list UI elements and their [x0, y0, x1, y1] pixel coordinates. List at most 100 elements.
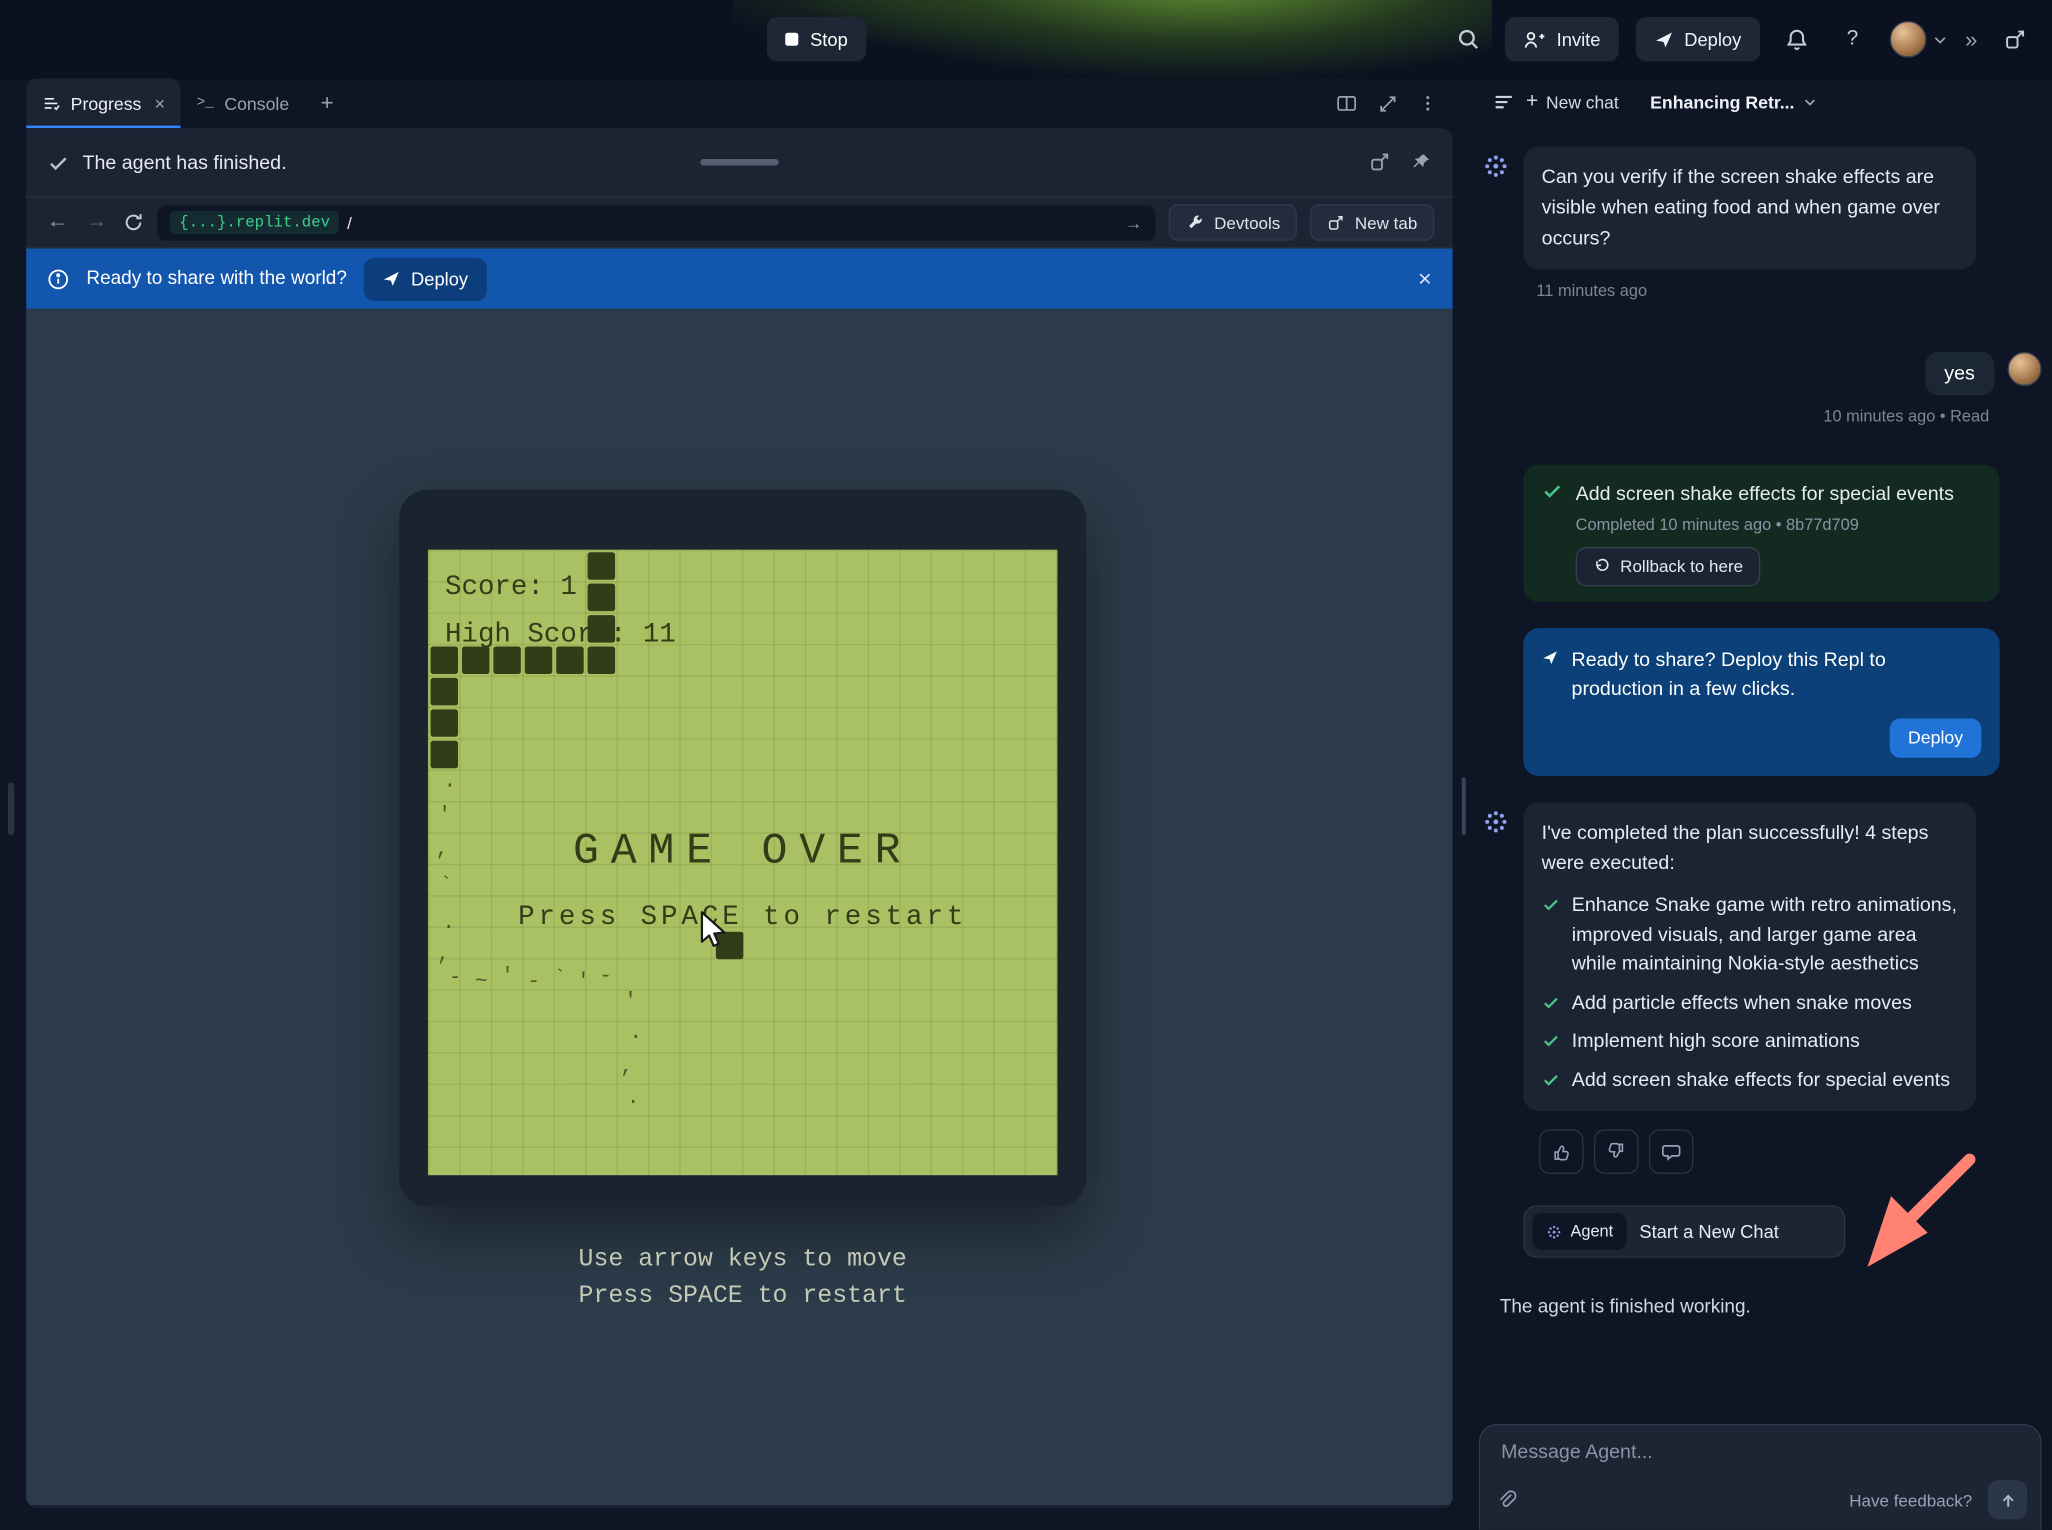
- chat-title-dropdown[interactable]: Enhancing Retr...: [1650, 92, 1818, 112]
- account-menu[interactable]: [1889, 21, 1948, 58]
- check-icon: [1542, 1032, 1560, 1050]
- agent-bar-actions: [1369, 152, 1432, 173]
- close-tab-icon[interactable]: ×: [154, 93, 165, 114]
- attachment-paperclip-icon[interactable]: [1496, 1489, 1517, 1510]
- agent-logo-icon: [1481, 152, 1510, 181]
- open-in-new-icon[interactable]: [1369, 152, 1390, 173]
- snake-block: [431, 678, 458, 705]
- send-arrow-icon: [1998, 1490, 2018, 1510]
- stop-icon: [785, 33, 798, 46]
- pin-icon[interactable]: [1411, 152, 1432, 173]
- chat-history-icon[interactable]: [1492, 90, 1516, 114]
- snake-block: [431, 709, 458, 736]
- refresh-icon[interactable]: [123, 212, 144, 233]
- message-timestamp: 11 minutes ago: [1536, 281, 2052, 299]
- split-view-icon[interactable]: [1336, 93, 1357, 114]
- deploy-icon: [382, 270, 400, 288]
- editor-pane: Progress × >_ Console + The agent has fi…: [26, 79, 1452, 1508]
- agent-chat-panel: + New chat Enhancing Retr... Can you ver…: [1476, 79, 2052, 1530]
- thumbs-down-icon: [1606, 1142, 1627, 1163]
- popout-icon: [1327, 214, 1344, 231]
- kebab-menu-icon[interactable]: [1419, 93, 1437, 114]
- message-input[interactable]: [1501, 1441, 2019, 1463]
- url-domain: {...}.replit.dev: [170, 211, 339, 235]
- browser-toolbar: ← → {...}.replit.dev / → Devtools New ta…: [26, 198, 1452, 249]
- send-button[interactable]: [1988, 1480, 2027, 1519]
- go-arrow-icon[interactable]: →: [1125, 213, 1142, 233]
- new-tab-button[interactable]: New tab: [1310, 204, 1434, 241]
- collapse-panel-icon[interactable]: »: [1965, 28, 1977, 50]
- back-icon[interactable]: ←: [44, 211, 70, 235]
- message-reactions: [1539, 1130, 2052, 1174]
- plan-step: Enhance Snake game with retro animations…: [1542, 892, 1958, 980]
- check-icon: [1542, 1070, 1560, 1088]
- feedback-link[interactable]: Have feedback?: [1849, 1490, 1972, 1510]
- topbar-actions: Invite Deploy ? »: [1449, 0, 2033, 79]
- user-avatar: [2008, 352, 2042, 386]
- deploy-banner: Ready to share with the world? Deploy ×: [26, 249, 1452, 309]
- address-bar[interactable]: {...}.replit.dev / →: [157, 205, 1155, 240]
- window-popout-icon[interactable]: [1994, 20, 2033, 59]
- invite-button[interactable]: Invite: [1506, 17, 1619, 61]
- agent-message: Can you verify if the screen shake effec…: [1481, 147, 1999, 270]
- devtools-label: Devtools: [1214, 213, 1280, 233]
- message-composer: Have feedback?: [1479, 1424, 2042, 1530]
- agent-question-text: Can you verify if the screen shake effec…: [1523, 147, 1976, 270]
- help-label: ?: [1847, 27, 1859, 51]
- check-icon: [1542, 895, 1560, 913]
- banner-deploy-label: Deploy: [411, 268, 468, 289]
- snake-block: [588, 584, 615, 611]
- wrench-icon: [1185, 213, 1203, 231]
- agent-status-bar: The agent has finished.: [26, 128, 1452, 197]
- tab-progress[interactable]: Progress ×: [26, 79, 181, 129]
- checkpoint-meta: Completed 10 minutes ago • 8b77d709: [1576, 515, 1982, 533]
- user-message-meta: 10 minutes ago • Read: [1476, 407, 1989, 425]
- help-button[interactable]: ?: [1833, 20, 1872, 59]
- forward-icon[interactable]: →: [84, 211, 110, 235]
- deploy-icon: [1654, 29, 1674, 49]
- pane-resize-handle[interactable]: [1462, 777, 1466, 835]
- plan-step: Implement high score animations: [1542, 1028, 1958, 1057]
- notifications-bell-icon[interactable]: [1777, 20, 1816, 59]
- drag-handle[interactable]: [700, 159, 779, 166]
- deploy-card-button[interactable]: Deploy: [1890, 718, 1982, 757]
- add-tab-button[interactable]: +: [305, 79, 349, 129]
- thumbs-up-icon: [1551, 1142, 1572, 1163]
- plus-icon: +: [1526, 92, 1538, 113]
- url-path: /: [347, 213, 352, 233]
- caption-line-2: Press SPACE to restart: [399, 1277, 1086, 1314]
- agent-completion-message: I've completed the plan successfully! 4 …: [1481, 802, 1999, 1112]
- search-icon[interactable]: [1449, 20, 1488, 59]
- thumbs-up-button[interactable]: [1539, 1130, 1583, 1174]
- banner-deploy-button[interactable]: Deploy: [364, 257, 486, 300]
- comment-bubble-icon: [1661, 1142, 1682, 1163]
- rollback-button[interactable]: Rollback to here: [1576, 547, 1760, 586]
- caption-line-1: Use arrow keys to move: [399, 1241, 1086, 1278]
- topbar: Stop Invite Deploy ? »: [0, 0, 2052, 79]
- left-rail-handle[interactable]: [8, 783, 15, 835]
- stop-button[interactable]: Stop: [767, 17, 866, 61]
- start-new-chat-button[interactable]: Agent Start a New Chat: [1523, 1206, 1845, 1258]
- user-message: yes: [1476, 352, 2041, 395]
- tab-console[interactable]: >_ Console: [181, 79, 305, 129]
- chevron-down-icon: [1802, 94, 1818, 110]
- thumbs-down-button[interactable]: [1594, 1130, 1638, 1174]
- snake-game-screen[interactable]: Score: 1 High Score: 11 GAME OVER Press …: [428, 550, 1057, 1176]
- banner-close-icon[interactable]: ×: [1418, 267, 1432, 291]
- chat-messages: Can you verify if the screen shake effec…: [1476, 126, 2052, 1424]
- console-icon: >_: [197, 96, 214, 112]
- rollback-label: Rollback to here: [1620, 557, 1743, 577]
- invite-person-icon: [1524, 28, 1546, 50]
- agent-logo-icon: [1481, 807, 1510, 836]
- new-tab-label: New tab: [1355, 213, 1417, 233]
- plan-steps: Enhance Snake game with retro animations…: [1542, 892, 1958, 1096]
- deploy-button[interactable]: Deploy: [1636, 17, 1760, 61]
- chat-title-label: Enhancing Retr...: [1650, 92, 1794, 112]
- tab-bar: Progress × >_ Console +: [26, 79, 1452, 129]
- user-reply-text: yes: [1925, 352, 1995, 395]
- comment-button[interactable]: [1649, 1130, 1693, 1174]
- expand-icon[interactable]: [1378, 94, 1398, 114]
- devtools-button[interactable]: Devtools: [1168, 204, 1297, 241]
- new-chat-button[interactable]: + New chat: [1526, 92, 1619, 113]
- snake-block: [588, 615, 615, 642]
